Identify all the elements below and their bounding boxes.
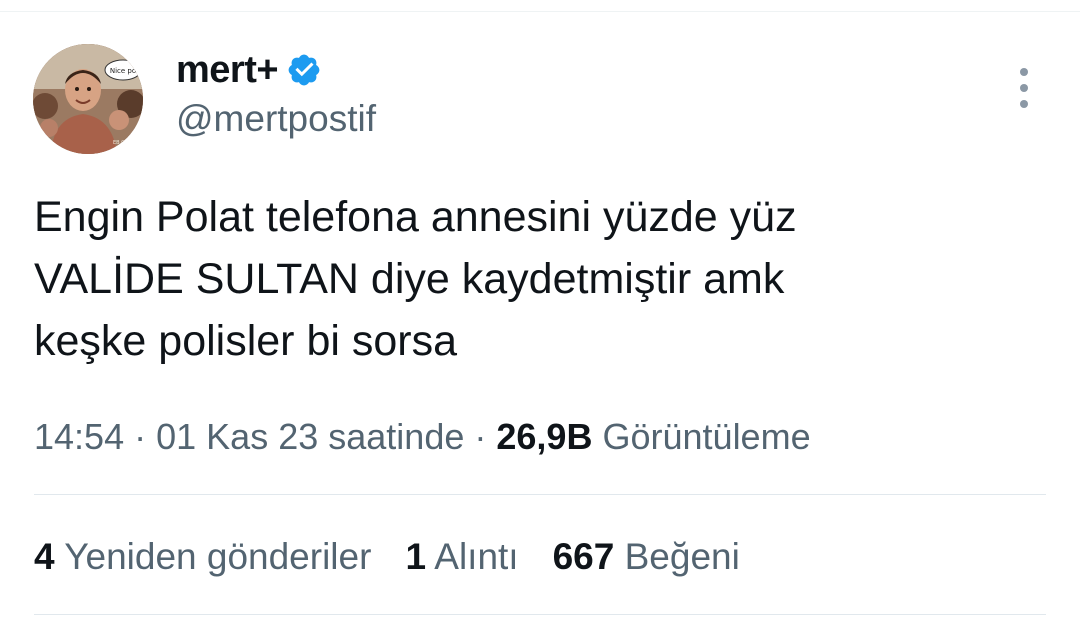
more-dot bbox=[1020, 84, 1028, 92]
quotes-count: 1 bbox=[405, 536, 427, 577]
tweet-date[interactable]: 01 Kas 23 saatinde bbox=[156, 416, 464, 457]
likes-count: 667 bbox=[552, 536, 615, 577]
tweet-text-line: VALİDE SULTAN diye kaydetmiştir amk bbox=[34, 255, 785, 303]
verified-badge-icon[interactable] bbox=[286, 52, 322, 88]
more-dot bbox=[1020, 68, 1028, 76]
quotes-stat[interactable]: 1 Alıntı bbox=[405, 536, 518, 578]
likes-stat[interactable]: 667 Beğeni bbox=[553, 536, 740, 578]
meta-divider bbox=[34, 494, 1046, 495]
avatar-watermark-text: EB OD 4 bbox=[113, 140, 134, 146]
views-count: 26,9B bbox=[496, 416, 593, 457]
avatar[interactable]: Nice po EB OD 4 bbox=[33, 44, 143, 154]
avatar-speech-text: Nice po bbox=[110, 67, 136, 75]
tweet-time[interactable]: 14:54 bbox=[34, 416, 124, 457]
tweet-text: Engin Polat telefona annesini yüzde yüz … bbox=[34, 186, 1044, 372]
views-label: Görüntüleme bbox=[602, 416, 811, 457]
tweet-meta: 14:54 · 01 Kas 23 saatinde · 26,9B Görün… bbox=[34, 416, 811, 458]
author-display-name[interactable]: mert+ bbox=[176, 49, 279, 92]
top-divider bbox=[0, 0, 1080, 12]
retweets-label: Yeniden gönderiler bbox=[64, 536, 372, 577]
retweets-stat[interactable]: 4 Yeniden gönderiler bbox=[34, 536, 371, 578]
tweet-text-line: Engin Polat telefona annesini yüzde yüz bbox=[34, 193, 797, 241]
meta-separator: · bbox=[474, 416, 487, 457]
stats-divider bbox=[34, 614, 1046, 615]
likes-label: Beğeni bbox=[624, 536, 740, 577]
author-name-row[interactable]: mert+ bbox=[176, 48, 322, 92]
more-options-icon[interactable] bbox=[1008, 68, 1040, 108]
author-handle[interactable]: @mertpostif bbox=[176, 98, 376, 140]
engagement-stats: 4 Yeniden gönderiler 1 Alıntı 667 Beğeni bbox=[34, 536, 774, 578]
avatar-image: Nice po EB OD 4 bbox=[33, 44, 143, 154]
more-dot bbox=[1020, 100, 1028, 108]
tweet-text-line: keşke polisler bi sorsa bbox=[34, 317, 458, 365]
retweets-count: 4 bbox=[34, 536, 55, 577]
meta-separator: · bbox=[134, 416, 147, 457]
quotes-label: Alıntı bbox=[434, 536, 519, 577]
